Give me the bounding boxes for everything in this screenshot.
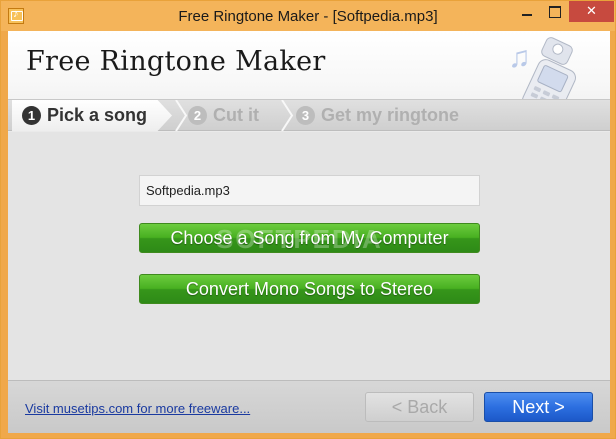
minimize-button[interactable] xyxy=(513,1,541,22)
next-button[interactable]: Next > xyxy=(484,392,593,422)
main-panel: Choose a Song from My Computer SOFTPEDIA… xyxy=(8,132,610,380)
back-button[interactable]: < Back xyxy=(365,392,474,422)
step-label: Get my ringtone xyxy=(321,105,460,125)
step-get-my-ringtone[interactable]: 3 Get my ringtone xyxy=(296,100,459,131)
convert-mono-to-stereo-button[interactable]: Convert Mono Songs to Stereo xyxy=(139,274,480,304)
musetips-link[interactable]: Visit musetips.com for more freeware... xyxy=(25,401,250,416)
choose-song-button[interactable]: Choose a Song from My Computer xyxy=(139,223,480,253)
step-pick-a-song[interactable]: 1 Pick a song xyxy=(12,100,172,131)
maximize-button[interactable] xyxy=(541,1,568,22)
step-number-badge: 1 xyxy=(22,106,41,125)
step-cut-it[interactable]: 2 Cut it xyxy=(188,100,259,131)
app-title: Free Ringtone Maker xyxy=(26,46,326,77)
wizard-steps: 1 Pick a song 2 Cut it 3 Get my ringtone xyxy=(8,99,610,131)
title-bar[interactable]: Free Ringtone Maker - [Softpedia.mp3] xyxy=(1,1,615,31)
selected-song-field[interactable] xyxy=(139,175,480,206)
step-number-badge: 2 xyxy=(188,106,207,125)
footer-bar: Visit musetips.com for more freeware... … xyxy=(8,380,610,433)
step-label: Cut it xyxy=(213,105,259,125)
app-window: Free Ringtone Maker - [Softpedia.mp3] Fr… xyxy=(0,0,616,439)
chevron-right-icon xyxy=(175,100,188,131)
step-label: Pick a song xyxy=(47,105,148,125)
step-number-badge: 3 xyxy=(296,106,315,125)
close-button[interactable] xyxy=(569,1,614,22)
chevron-right-icon xyxy=(281,100,294,131)
header-banner: Free Ringtone Maker ♫ 1 Pick a song 2 Cu… xyxy=(8,31,610,131)
client-area: Free Ringtone Maker ♫ 1 Pick a song 2 Cu… xyxy=(8,31,610,433)
